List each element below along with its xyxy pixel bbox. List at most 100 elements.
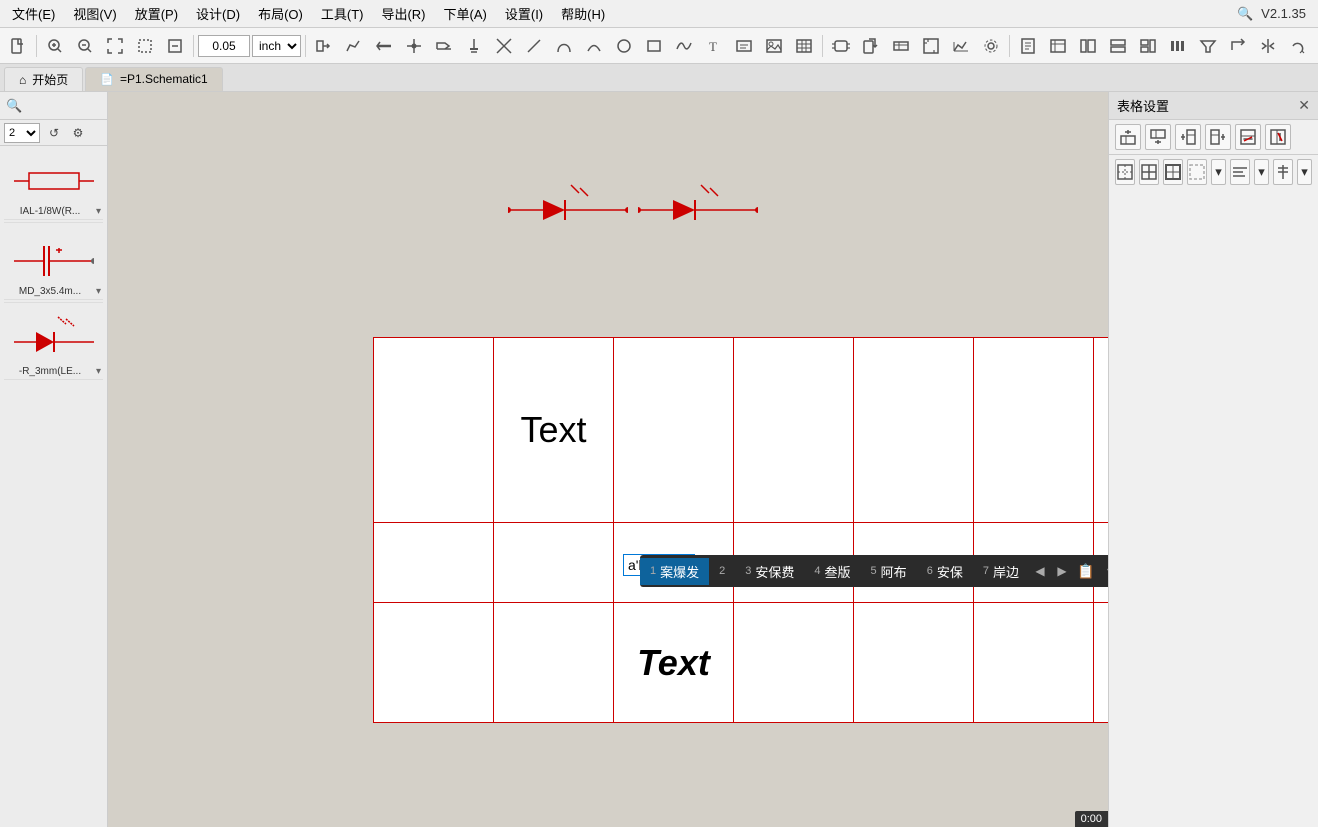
place-cross-probe-tool[interactable]: [490, 32, 518, 60]
table-cell-2-3[interactable]: [734, 603, 854, 723]
table-cell-2-1[interactable]: [494, 603, 614, 723]
autocomplete-expand-button[interactable]: ▾: [1099, 557, 1108, 585]
component-item-capacitor[interactable]: MD_3x5.4m... ▾: [4, 230, 103, 300]
table-cell-0-0[interactable]: [374, 338, 494, 523]
autocomplete-item-2[interactable]: 2: [709, 561, 735, 581]
zoom-value-input[interactable]: 0.05: [198, 35, 250, 57]
canvas-area[interactable]: Text: [108, 92, 1108, 827]
bom-button[interactable]: [1044, 32, 1072, 60]
split-button[interactable]: [1104, 32, 1132, 60]
component-item-resistor[interactable]: IAL-1/8W(R... ▾: [4, 150, 103, 220]
place-component-button[interactable]: [827, 32, 855, 60]
panel-settings-button[interactable]: ⚙: [68, 123, 88, 143]
simulate-button[interactable]: [947, 32, 975, 60]
table-cell-0-6[interactable]: [1094, 338, 1109, 523]
component-dropdown-resistor[interactable]: ▾: [96, 206, 101, 217]
columns-button[interactable]: [1164, 32, 1192, 60]
place-table-tool[interactable]: [790, 32, 818, 60]
place-power-tool[interactable]: [460, 32, 488, 60]
ts-valign-button[interactable]: [1273, 159, 1293, 185]
place-text-tool[interactable]: T: [700, 32, 728, 60]
table-cell-2-0[interactable]: [374, 603, 494, 723]
place-line-tool[interactable]: [520, 32, 548, 60]
ts-insert-col-right-button[interactable]: [1205, 124, 1231, 150]
zoom-fit-button[interactable]: [101, 32, 129, 60]
place-junction-tool[interactable]: [400, 32, 428, 60]
canvas-diode-1[interactable]: [508, 182, 628, 235]
layout2-button[interactable]: [1074, 32, 1102, 60]
component-item-diode[interactable]: -R_3mm(LE... ▾: [4, 310, 103, 380]
place-netlabel-tool[interactable]: [430, 32, 458, 60]
ts-align-button[interactable]: [1230, 159, 1250, 185]
ts-border-dropdown-button[interactable]: ▾: [1211, 159, 1226, 185]
autocomplete-item-5[interactable]: 5 阿布: [861, 558, 917, 585]
ts-insert-row-below-button[interactable]: [1145, 124, 1171, 150]
place-curve-tool[interactable]: [670, 32, 698, 60]
table-cell-2-4[interactable]: [854, 603, 974, 723]
place-bus-tool[interactable]: [370, 32, 398, 60]
canvas-diode-2[interactable]: [638, 182, 758, 235]
mirror-button[interactable]: [1254, 32, 1282, 60]
ts-delete-col-button[interactable]: [1265, 124, 1291, 150]
ts-border-all-button[interactable]: [1163, 159, 1183, 185]
menu-view[interactable]: 视图(V): [65, 2, 124, 25]
netlist-button[interactable]: [1014, 32, 1042, 60]
filter-button[interactable]: [1194, 32, 1222, 60]
place-image-tool[interactable]: [760, 32, 788, 60]
table-cell-0-5[interactable]: [974, 338, 1094, 523]
panel-refresh-button[interactable]: ↺: [44, 123, 64, 143]
ts-insert-col-left-button[interactable]: [1175, 124, 1201, 150]
ts-border-none-button[interactable]: [1187, 159, 1207, 185]
ts-align-dropdown-button[interactable]: ▾: [1254, 159, 1269, 185]
autocomplete-item-1[interactable]: 1 案爆发: [640, 558, 709, 585]
table-cell-0-3[interactable]: [734, 338, 854, 523]
menu-layout[interactable]: 布局(O): [250, 2, 311, 25]
import-button[interactable]: [857, 32, 885, 60]
menu-help[interactable]: 帮助(H): [553, 2, 613, 25]
autocomplete-prev-button[interactable]: ◀: [1029, 557, 1051, 585]
menu-export[interactable]: 导出(R): [373, 2, 433, 25]
table-cell-1-1[interactable]: [494, 523, 614, 603]
ts-insert-row-above-button[interactable]: [1115, 124, 1141, 150]
component-dropdown-capacitor[interactable]: ▾: [96, 286, 101, 297]
schematic-table[interactable]: Text: [373, 337, 1108, 723]
tab-button[interactable]: [1134, 32, 1162, 60]
table-cell-2-2[interactable]: Text: [614, 603, 734, 723]
table-cell-0-1[interactable]: Text: [494, 338, 614, 523]
new-file-button[interactable]: [4, 32, 32, 60]
tab-schematic1[interactable]: 📄 =P1.Schematic1: [85, 67, 222, 91]
ts-merge-cells-button[interactable]: [1115, 159, 1135, 185]
ts-valign-dropdown-button[interactable]: ▾: [1297, 159, 1312, 185]
table-cell-0-4[interactable]: [854, 338, 974, 523]
place-wire-tool[interactable]: [340, 32, 368, 60]
place-select-tool[interactable]: [310, 32, 338, 60]
ts-split-cells-button[interactable]: [1139, 159, 1159, 185]
place-textbox-tool[interactable]: [730, 32, 758, 60]
settings-button[interactable]: [977, 32, 1005, 60]
autocomplete-item-3[interactable]: 3 安保费: [735, 558, 804, 585]
search-button[interactable]: 🔍: [1231, 0, 1259, 28]
zoom-out-button[interactable]: [71, 32, 99, 60]
component-dropdown-diode[interactable]: ▾: [96, 366, 101, 377]
zoom-in-button[interactable]: [41, 32, 69, 60]
autocomplete-item-4[interactable]: 4 叁版: [804, 558, 860, 585]
table-cell-2-5[interactable]: [974, 603, 1094, 723]
menu-place[interactable]: 放置(P): [127, 2, 186, 25]
reverse-button[interactable]: [1224, 32, 1252, 60]
ts-delete-row-button[interactable]: [1235, 124, 1261, 150]
table-cell-1-0[interactable]: [374, 523, 494, 603]
autocomplete-copy-button[interactable]: 📋: [1073, 557, 1099, 585]
menu-order[interactable]: 下单(A): [436, 2, 495, 25]
select-button[interactable]: [131, 32, 159, 60]
place-rect-tool[interactable]: [640, 32, 668, 60]
menu-design[interactable]: 设计(D): [188, 2, 248, 25]
actual-size-button[interactable]: [161, 32, 189, 60]
panel-zoom-select[interactable]: 213: [4, 123, 40, 143]
table-settings-close-button[interactable]: ✕: [1298, 97, 1310, 114]
tab-home[interactable]: ⌂ 开始页: [4, 67, 83, 91]
menu-file[interactable]: 文件(E): [4, 2, 63, 25]
autocomplete-next-button[interactable]: ▶: [1051, 557, 1073, 585]
rotate-button[interactable]: [1284, 32, 1312, 60]
place-arc-tool[interactable]: [580, 32, 608, 60]
autocomplete-item-7[interactable]: 7 岸边: [973, 558, 1029, 585]
